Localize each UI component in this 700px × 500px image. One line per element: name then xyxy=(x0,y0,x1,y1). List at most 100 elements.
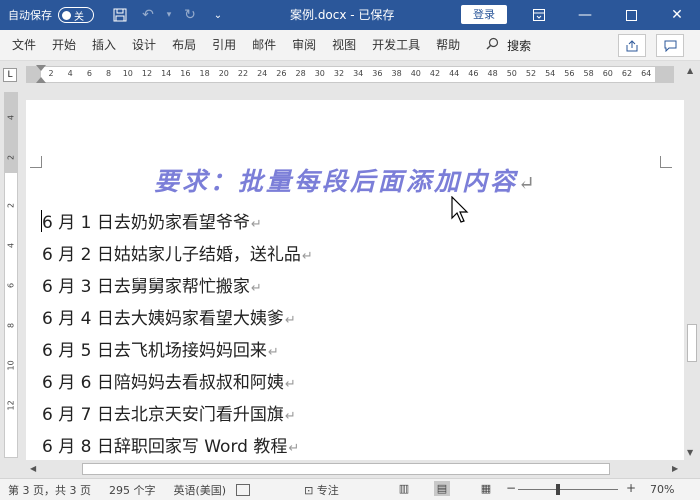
customize-toolbar-icon[interactable]: ⌄ xyxy=(204,0,232,30)
minimize-icon[interactable]: — xyxy=(562,0,608,30)
autosave-label: 自动保存 xyxy=(8,9,52,22)
ruler-tick: 48 xyxy=(487,69,498,78)
ruler-tick: 64 xyxy=(641,69,652,78)
ruler-tick: 18 xyxy=(199,69,210,78)
language-indicator[interactable]: 英语(美国) xyxy=(173,482,226,498)
ribbon-display-icon[interactable] xyxy=(516,0,562,30)
paragraph[interactable]: 6 月 5 日去飞机场接妈妈回来↵ xyxy=(42,338,279,364)
paragraph-mark: ↵ xyxy=(284,409,296,424)
comments-button[interactable] xyxy=(656,34,684,57)
vertical-scrollbar[interactable]: ▲ ▼ xyxy=(684,62,700,460)
web-layout-icon[interactable]: ▦ xyxy=(478,481,494,496)
heading-text: 要求：批量每段后面添加内容 xyxy=(154,167,519,196)
redo-icon[interactable]: ↻ xyxy=(176,0,204,30)
paragraph[interactable]: 6 月 1 日去奶奶家看望爷爷↵ xyxy=(42,210,262,236)
undo-dropdown-icon[interactable]: ▾ xyxy=(162,0,176,30)
paragraph[interactable]: 6 月 3 日去舅舅家帮忙搬家↵ xyxy=(42,274,262,300)
ruler-tick: 28 xyxy=(295,69,306,78)
paragraph[interactable]: 6 月 7 日去北京天安门看升国旗↵ xyxy=(42,402,296,428)
focus-icon: ⊡ xyxy=(304,483,314,497)
scroll-right-icon[interactable]: ▶ xyxy=(672,464,678,473)
zoom-in-button[interactable]: + xyxy=(626,481,636,495)
tab-selector[interactable]: L xyxy=(3,68,17,82)
tab-view[interactable]: 视图 xyxy=(324,30,364,61)
tab-file[interactable]: 文件 xyxy=(0,30,44,61)
ruler-tick: 4 xyxy=(67,69,73,78)
vruler-tick: 10 xyxy=(6,360,16,371)
login-button[interactable]: 登录 xyxy=(461,5,507,24)
ruler-tick: 20 xyxy=(218,69,229,78)
horizontal-scrollbar[interactable]: ◀ ▶ xyxy=(26,460,684,478)
scroll-up-icon[interactable]: ▲ xyxy=(687,66,693,75)
read-mode-icon[interactable]: ▥ xyxy=(396,481,412,496)
focus-mode[interactable]: ⊡ 专注 xyxy=(304,482,339,498)
paragraph[interactable]: 6 月 8 日辞职回家写 Word 教程↵ xyxy=(42,434,299,460)
toggle-knob xyxy=(62,10,71,20)
tab-home[interactable]: 开始 xyxy=(44,30,84,61)
focus-label: 专注 xyxy=(316,483,339,497)
ruler-right-margin xyxy=(655,67,673,82)
tab-references[interactable]: 引用 xyxy=(204,30,244,61)
margin-corner-mark xyxy=(660,156,672,168)
tab-developer[interactable]: 开发工具 xyxy=(364,30,428,61)
vruler-tick: 8 xyxy=(6,322,16,329)
ruler-tick: 56 xyxy=(564,69,575,78)
paragraph-text: 6 月 1 日去奶奶家看望爷爷 xyxy=(42,213,250,233)
vertical-ruler: 4 2 2 4 6 8 10 12 xyxy=(4,92,18,458)
paragraph[interactable]: 6 月 2 日姑姑家儿子结婚，送礼品↵ xyxy=(42,242,313,268)
ribbon-tabs: 文件 开始 插入 设计 布局 引用 邮件 审阅 视图 开发工具 帮助 搜索 xyxy=(0,30,700,61)
zoom-out-button[interactable]: − xyxy=(506,481,516,495)
maximize-icon[interactable] xyxy=(608,0,654,30)
horizontal-scroll-thumb[interactable] xyxy=(82,463,610,475)
ruler-tick: 44 xyxy=(449,69,460,78)
tab-design[interactable]: 设计 xyxy=(124,30,164,61)
margin-corner-mark xyxy=(30,156,42,168)
tab-help[interactable]: 帮助 xyxy=(428,30,468,61)
vruler-tick: 2 xyxy=(6,202,16,209)
paragraph-mark: ↵ xyxy=(288,441,300,456)
vertical-scroll-thumb[interactable] xyxy=(687,324,697,362)
text-caret xyxy=(41,210,42,232)
document-area[interactable]: 要求：批量每段后面添加内容↵ 6 月 1 日去奶奶家看望爷爷↵ 6 月 2 日姑… xyxy=(26,88,684,460)
paragraph-text: 6 月 6 日陪妈妈去看叔叔和阿姨 xyxy=(42,373,284,393)
save-icon[interactable] xyxy=(106,0,134,30)
page-count[interactable]: 第 3 页，共 3 页 xyxy=(8,482,91,498)
share-button[interactable] xyxy=(618,34,646,57)
ruler-tick: 10 xyxy=(122,69,133,78)
word-count[interactable]: 295 个字 xyxy=(109,482,156,498)
paragraph-mark: ↵ xyxy=(301,249,313,264)
autosave-control[interactable]: 自动保存 关 xyxy=(8,7,94,23)
ruler-tick: 22 xyxy=(237,69,249,78)
tab-mailings[interactable]: 邮件 xyxy=(244,30,284,61)
vruler-tick: 2 xyxy=(6,154,16,161)
paragraph-text: 6 月 5 日去飞机场接妈妈回来 xyxy=(42,341,267,361)
autosave-toggle[interactable]: 关 xyxy=(58,7,94,23)
tab-layout[interactable]: 布局 xyxy=(164,30,204,61)
ruler-tick: 60 xyxy=(602,69,613,78)
tab-insert[interactable]: 插入 xyxy=(84,30,124,61)
close-icon[interactable]: ✕ xyxy=(654,0,700,30)
print-layout-icon[interactable]: ▤ xyxy=(434,481,450,496)
undo-icon[interactable]: ↶ xyxy=(134,0,162,30)
zoom-slider[interactable] xyxy=(518,489,618,490)
zoom-level[interactable]: 70% xyxy=(650,483,674,496)
ruler-tick: 30 xyxy=(314,69,325,78)
accessibility-icon[interactable] xyxy=(236,483,251,496)
search-box[interactable]: 搜索 xyxy=(486,37,531,54)
horizontal-ruler[interactable]: 2 4 6 8 10 12 14 16 18 20 22 24 26 28 30 32 34 36 38 40 42 44… xyxy=(26,65,674,83)
tab-review[interactable]: 审阅 xyxy=(284,30,324,61)
scroll-down-icon[interactable]: ▼ xyxy=(687,448,693,457)
autosave-state: 关 xyxy=(74,11,84,23)
document-page[interactable]: 要求：批量每段后面添加内容↵ 6 月 1 日去奶奶家看望爷爷↵ 6 月 2 日姑… xyxy=(26,100,684,460)
search-label: 搜索 xyxy=(507,38,532,53)
zoom-slider-thumb[interactable] xyxy=(556,484,560,495)
paragraph[interactable]: 6 月 6 日陪妈妈去看叔叔和阿姨↵ xyxy=(42,370,296,396)
ruler-tick: 54 xyxy=(545,69,556,78)
scroll-left-icon[interactable]: ◀ xyxy=(30,464,36,473)
paragraph-mark: ↵ xyxy=(267,345,279,360)
document-heading[interactable]: 要求：批量每段后面添加内容↵ xyxy=(154,162,538,196)
ruler-tick: 46 xyxy=(468,69,479,78)
ruler-tick: 24 xyxy=(257,69,268,78)
ruler-tick: 52 xyxy=(525,69,537,78)
paragraph[interactable]: 6 月 4 日去大姨妈家看望大姨爹↵ xyxy=(42,306,296,332)
